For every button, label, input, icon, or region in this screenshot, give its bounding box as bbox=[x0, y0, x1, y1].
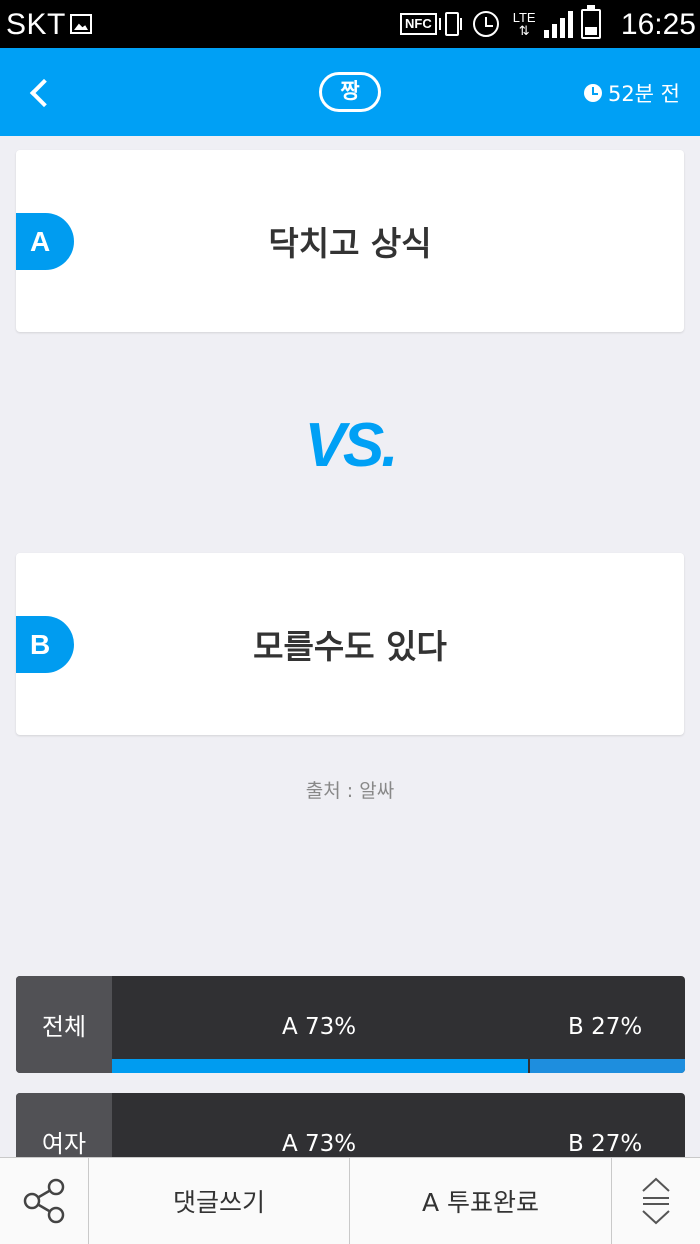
vibrate-icon bbox=[438, 12, 462, 36]
write-comment-button[interactable]: 댓글쓰기 bbox=[89, 1158, 350, 1244]
time-ago-label: 52분 전 bbox=[607, 82, 680, 106]
option-a-text: 닥치고 상식 bbox=[268, 224, 432, 263]
option-a-card[interactable]: A 닥치고 상식 bbox=[16, 150, 684, 332]
status-icons: NFC LTE ⇅ bbox=[400, 5, 601, 40]
result-label: 전체 bbox=[16, 976, 112, 1073]
result-row-total: 전체 A 73% B 27% bbox=[16, 976, 685, 1073]
up-down-arrow-icon bbox=[642, 1177, 670, 1225]
source-credit: 출처 : 알싸 bbox=[305, 780, 395, 802]
vs-label: VS. bbox=[304, 411, 399, 480]
image-notification-icon bbox=[70, 14, 92, 34]
lte-icon: LTE ⇅ bbox=[512, 10, 536, 38]
result-b-percent: B 27% bbox=[568, 1131, 643, 1157]
clock-icon bbox=[583, 84, 602, 102]
alarm-icon bbox=[472, 11, 499, 37]
app-header: 짱 52분 전 bbox=[0, 48, 700, 136]
result-bar-a-fill bbox=[112, 1059, 531, 1073]
page-title: 짱 bbox=[319, 72, 381, 112]
carrier-label: SKT bbox=[6, 8, 66, 41]
result-a-percent: A 73% bbox=[282, 1131, 357, 1157]
result-a-percent: A 73% bbox=[282, 1014, 357, 1040]
result-b-percent: B 27% bbox=[568, 1014, 643, 1040]
battery-icon bbox=[580, 5, 601, 39]
share-button[interactable] bbox=[0, 1158, 89, 1244]
status-bar: SKT NFC LTE ⇅ 16:25 bbox=[0, 0, 700, 48]
result-bar bbox=[112, 1059, 685, 1073]
signal-icon bbox=[543, 10, 573, 38]
bottom-toolbar: 댓글쓰기 A 투표완료 bbox=[0, 1157, 700, 1244]
option-b-card[interactable]: B 모를수도 있다 bbox=[16, 553, 684, 735]
scroll-toggle-button[interactable] bbox=[612, 1158, 700, 1244]
vote-status-button[interactable]: A 투표완료 bbox=[350, 1158, 612, 1244]
option-b-text: 모를수도 있다 bbox=[253, 627, 447, 666]
back-button[interactable] bbox=[22, 72, 58, 112]
clock-time: 16:25 bbox=[620, 8, 696, 41]
post-time: 52분 전 bbox=[583, 78, 680, 108]
nfc-icon: NFC bbox=[400, 13, 437, 35]
share-icon bbox=[23, 1178, 65, 1224]
